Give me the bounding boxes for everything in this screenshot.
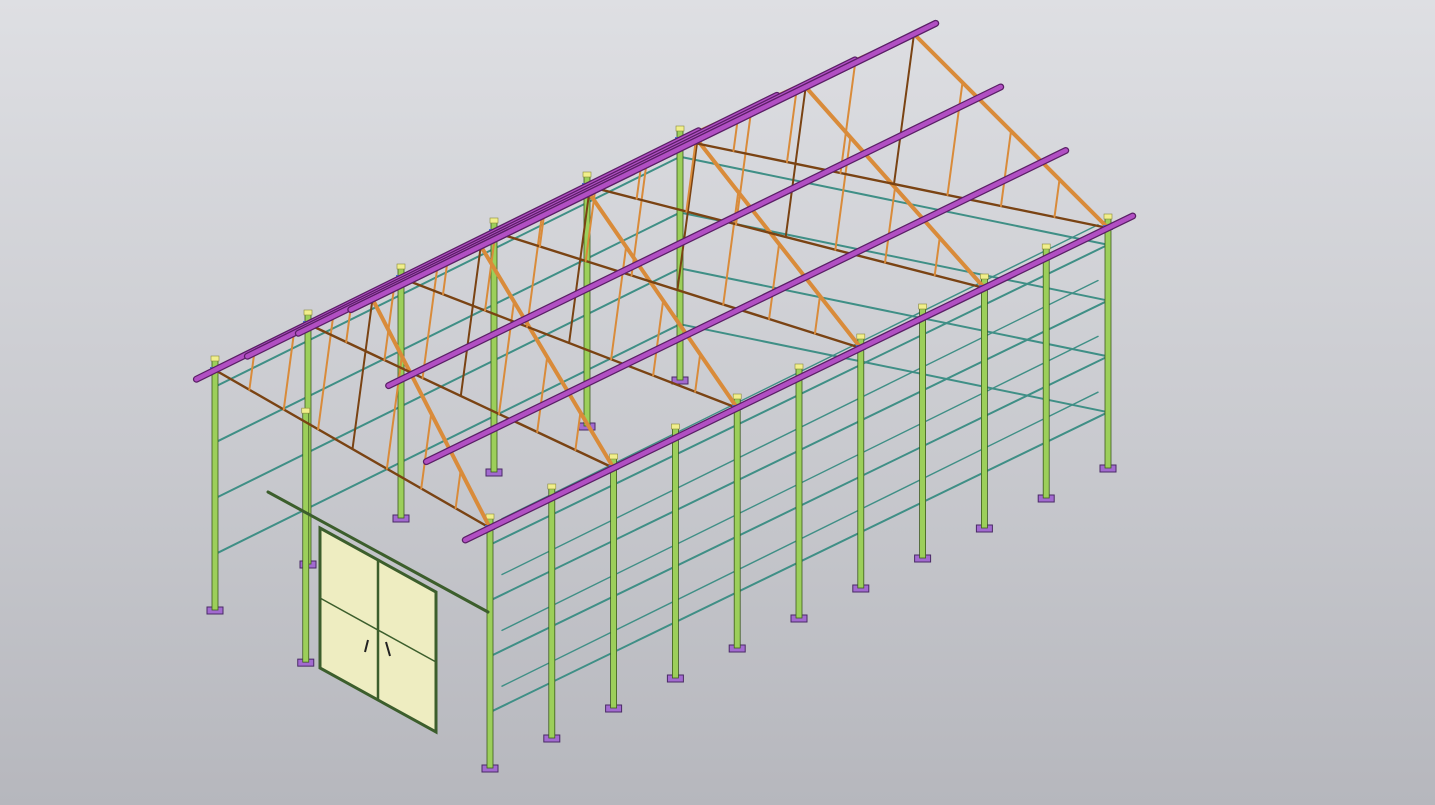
truss-web — [1053, 178, 1061, 218]
column-cap — [396, 263, 406, 270]
truss-web — [768, 243, 781, 320]
column-right-wall — [610, 457, 617, 709]
column-right-wall-intermediate — [672, 427, 679, 679]
column-cap — [301, 407, 311, 414]
truss-king-post — [893, 33, 915, 185]
column-right-wall — [857, 337, 865, 589]
column-right-wall-intermediate — [919, 307, 926, 559]
column-front-wall — [302, 411, 310, 663]
column-cap — [980, 273, 989, 280]
column-cap — [489, 217, 499, 224]
column-cap — [671, 423, 680, 430]
column-cap — [547, 483, 557, 490]
column-right-wall — [981, 277, 988, 529]
truss-web — [1000, 130, 1012, 207]
truss-web — [813, 295, 821, 335]
truss-web — [722, 191, 740, 306]
column-right-wall — [733, 397, 741, 649]
column-right-wall — [486, 517, 494, 769]
truss-web — [652, 299, 665, 377]
double-door[interactable] — [266, 490, 490, 735]
column-right-wall-intermediate — [795, 367, 803, 619]
column-right-wall — [1104, 217, 1112, 469]
purlin — [348, 21, 938, 312]
truss-web — [574, 411, 582, 451]
roof-purlins — [192, 19, 1137, 544]
truss-web — [282, 333, 295, 411]
column-cap — [675, 125, 685, 132]
column-cap — [856, 333, 866, 340]
column-right-wall-intermediate — [548, 487, 556, 739]
column-left-wall — [397, 267, 405, 519]
truss-web — [610, 245, 628, 361]
truss-web — [694, 353, 702, 393]
column-cap — [210, 355, 220, 362]
truss-king-post — [459, 245, 482, 397]
column-cap — [1041, 243, 1051, 250]
column-cap — [732, 393, 742, 400]
column-cap — [918, 303, 927, 310]
cad-viewport[interactable] — [0, 0, 1435, 805]
purlin — [424, 148, 1068, 464]
steel-frame-3d-model[interactable] — [0, 0, 1435, 805]
column-cap — [794, 363, 804, 370]
column-cap — [1103, 213, 1113, 220]
column-cap — [582, 171, 592, 178]
truss-web — [946, 81, 964, 196]
column-cap — [303, 309, 313, 316]
truss-web — [933, 236, 941, 277]
column-cap — [609, 453, 618, 460]
truss-web — [454, 469, 462, 510]
roof-trusses — [210, 32, 1113, 530]
column-left-wall — [211, 359, 219, 611]
column-right-wall-intermediate — [1042, 247, 1050, 499]
